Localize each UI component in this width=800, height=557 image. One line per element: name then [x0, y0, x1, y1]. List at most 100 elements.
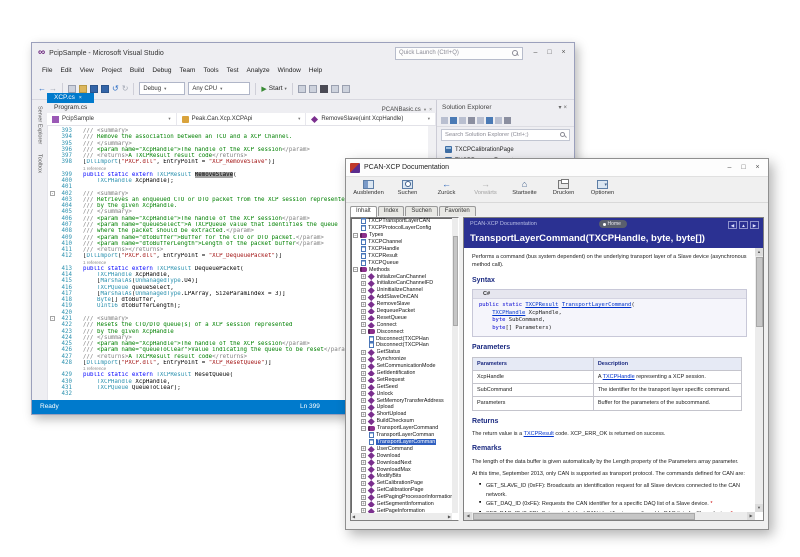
help-minimize-button[interactable]: –	[723, 162, 736, 174]
expand-icon[interactable]: +	[361, 494, 366, 500]
toc-item[interactable]: + InitializeCanChannel	[351, 273, 458, 280]
menu-item-project[interactable]: Project	[98, 67, 126, 74]
attributes-icon[interactable]	[504, 116, 511, 124]
toc-vertical-scrollbar[interactable]	[452, 218, 458, 513]
pin-icon[interactable]	[495, 116, 502, 124]
toc-item[interactable]: TXCPQueue	[351, 259, 458, 266]
new-project-icon[interactable]	[68, 84, 76, 93]
refresh-icon[interactable]	[450, 116, 457, 124]
expand-icon[interactable]: +	[361, 287, 366, 293]
topic-next-icon[interactable]: ▶	[750, 221, 759, 229]
toc-item[interactable]: + Unlock	[351, 390, 458, 397]
menu-item-build[interactable]: Build	[126, 67, 148, 74]
expand-icon[interactable]: +	[361, 391, 366, 397]
expand-icon[interactable]: +	[361, 411, 366, 417]
sync-with-active-document-icon[interactable]	[486, 116, 493, 124]
toc-item[interactable]: + AddSlaveOnCAN	[351, 294, 458, 301]
toc-item[interactable]: − TransportLayerCommand	[351, 425, 458, 432]
expand-icon[interactable]: +	[361, 501, 366, 507]
toc-item[interactable]: + GetSeed	[351, 383, 458, 390]
toc-item[interactable]: + DequeuePacket	[351, 307, 458, 315]
header-badge[interactable]: Home	[598, 220, 627, 228]
toc-item[interactable]: + DownloadMax	[351, 466, 458, 473]
collapse-all-icon[interactable]	[459, 116, 466, 124]
start-debugging-button[interactable]: ▶ Start ▾	[261, 85, 286, 93]
help-close-button[interactable]: ×	[751, 162, 764, 174]
vs-close-button[interactable]: ×	[557, 47, 570, 59]
build-icon[interactable]	[297, 84, 306, 93]
menu-item-edit[interactable]: Edit	[56, 67, 75, 74]
navigate-back-icon[interactable]: ←	[38, 84, 46, 93]
toc-item[interactable]: + InitializeCanChannelFD	[351, 280, 458, 287]
expand-icon[interactable]: +	[361, 487, 366, 493]
help-toolbar-options-button[interactable]: Optionen	[584, 179, 621, 196]
toc-item[interactable]: + ResetQueue	[351, 314, 458, 322]
expand-icon[interactable]: +	[361, 274, 366, 280]
collapse-icon[interactable]: −	[361, 425, 366, 431]
server-explorer-side-tab[interactable]: Server Explorer	[37, 106, 43, 144]
solution-platform-dropdown[interactable]: Any CPU ▾	[188, 82, 251, 95]
help-title-bar[interactable]: PCAN-XCP Documentation – □ ×	[346, 159, 768, 177]
code-language-tab[interactable]: C#	[473, 290, 746, 299]
toc-item[interactable]: + SetCommunicationMode	[351, 362, 458, 370]
help-tab-suchen[interactable]: Suchen	[405, 206, 438, 216]
toc-item[interactable]: Disconnect(TXCPHan	[351, 342, 458, 349]
toc-item[interactable]: + Upload	[351, 404, 458, 411]
outline-collapse-icon[interactable]: -	[50, 315, 55, 321]
toc-item[interactable]: + SetMemoryTransferAddress	[351, 397, 458, 404]
help-tab-favoriten[interactable]: Favoriten	[438, 206, 476, 216]
toc-item[interactable]: + Download	[351, 452, 458, 459]
toc-item[interactable]: TXCPResult	[351, 252, 458, 259]
quick-launch-input[interactable]: Quick Launch (Ctrl+Q)	[395, 46, 523, 60]
toc-item[interactable]: + GetStatus	[351, 349, 458, 356]
expand-icon[interactable]: +	[361, 356, 366, 362]
toc-item[interactable]: + GetCalibrationPage	[351, 486, 458, 494]
save-icon[interactable]	[90, 84, 98, 93]
redo-icon[interactable]: ↻	[122, 84, 129, 93]
inline-link[interactable]: TransportLayerCommand	[562, 302, 632, 308]
expand-icon[interactable]: +	[361, 446, 366, 452]
help-contents-tree[interactable]: TXCPTransportLayerCAN TXCPProtocolLayerCo…	[350, 217, 459, 521]
document-tab-program.cs[interactable]: Program.cs	[47, 103, 94, 113]
help-toolbar-home-button[interactable]: ⌂ Startseite	[506, 179, 543, 197]
menu-item-debug[interactable]: Debug	[148, 67, 175, 74]
navbar-dropdown[interactable]: PcipSample ▾	[47, 113, 177, 125]
inline-link[interactable]: TXCPHandle	[603, 374, 635, 380]
expand-icon[interactable]: +	[361, 384, 366, 390]
help-maximize-button[interactable]: □	[737, 162, 750, 174]
toc-item[interactable]: TXCPChannel	[351, 239, 458, 246]
expand-icon[interactable]: +	[361, 473, 366, 479]
vs-maximize-button[interactable]: □	[543, 47, 556, 59]
expand-icon[interactable]: +	[361, 294, 366, 300]
inline-link[interactable]: TXCPResult	[524, 431, 554, 437]
vs-minimize-button[interactable]: –	[529, 47, 542, 59]
toc-item[interactable]: + SetRequest	[351, 376, 458, 384]
toc-item[interactable]: + RemoveSlave	[351, 300, 458, 308]
toc-item[interactable]: Disconnect(TXCPHan	[351, 335, 458, 342]
toolbox-side-tab[interactable]: Toolbox	[37, 154, 43, 173]
help-toolbar-hide-button[interactable]: Ausblenden	[350, 179, 387, 196]
navbar-dropdown[interactable]: Peak.Can.Xcp.XCPApi ▾	[177, 113, 307, 125]
toc-item[interactable]: − Methods	[351, 266, 458, 273]
panel-options-icons[interactable]: ▾×	[558, 104, 569, 111]
stop-debugging-icon[interactable]	[319, 84, 328, 93]
expand-icon[interactable]: +	[361, 418, 366, 424]
expand-icon[interactable]: +	[361, 363, 366, 369]
toc-item[interactable]: TXCPProtocolLayerConfig	[351, 225, 458, 232]
topic-horizontal-scrollbar[interactable]: ◀ ▶	[464, 512, 755, 520]
navigate-forward-icon[interactable]: →	[49, 84, 57, 93]
toc-item[interactable]: TransportLayerComman	[351, 432, 458, 439]
topic-previous-icon[interactable]: ◀	[728, 221, 737, 229]
toc-item[interactable]: + DownloadNext	[351, 459, 458, 466]
menu-item-file[interactable]: File	[38, 67, 56, 74]
toc-item[interactable]: + Synchronize	[351, 356, 458, 363]
toc-item[interactable]: − Types	[351, 232, 458, 239]
solution-item-txcpcalibrationpage[interactable]: TXCPCalibrationPage	[437, 144, 574, 155]
expand-icon[interactable]: +	[361, 308, 366, 314]
expand-icon[interactable]: +	[361, 460, 366, 466]
expand-icon[interactable]: +	[361, 480, 366, 486]
help-toolbar-back-button[interactable]: ← Zurück	[428, 179, 465, 197]
toc-item[interactable]: + BuildChecksum	[351, 418, 458, 425]
expand-icon[interactable]: +	[361, 349, 366, 355]
close-tab-icon[interactable]: ×	[79, 95, 82, 101]
